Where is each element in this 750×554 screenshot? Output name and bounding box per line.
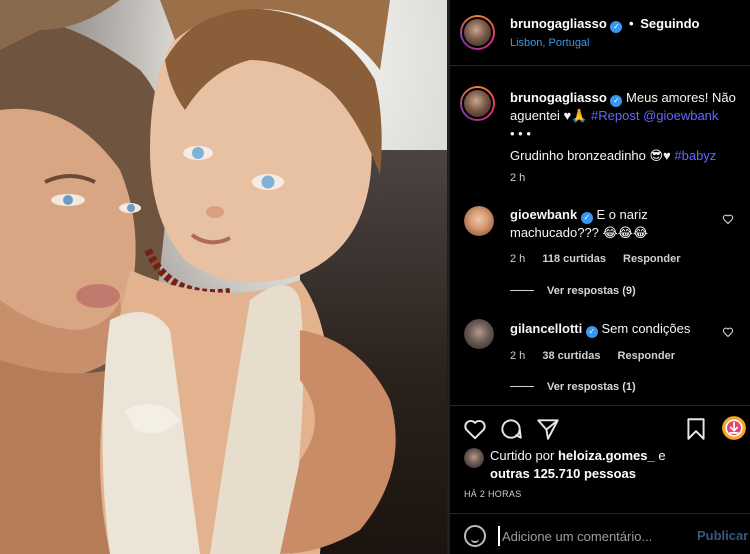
commenter-avatar[interactable]	[464, 206, 494, 236]
comment-body-line-1: Sem condições	[601, 321, 691, 336]
commenter-username[interactable]: gilancellotti	[510, 321, 582, 336]
replies-line	[510, 386, 534, 387]
author-avatar[interactable]	[460, 15, 495, 50]
verified-badge-icon: ✓	[585, 326, 598, 338]
author-line: brunogagliasso ✓ • Seguindo	[510, 16, 699, 33]
post-side-panel: brunogagliasso ✓ • Seguindo Lisbon, Port…	[450, 0, 750, 554]
view-replies-button[interactable]: Ver respostas (1)	[510, 381, 636, 393]
heart-icon[interactable]	[462, 416, 488, 442]
likes-joiner: e	[658, 448, 666, 463]
likes-others-link[interactable]: outras 125.710 pessoas	[490, 466, 636, 481]
comment-input[interactable]	[498, 526, 678, 546]
post-location[interactable]: Lisbon, Portugal	[510, 37, 590, 49]
verified-badge-icon: ✓	[610, 95, 623, 107]
comment-likes[interactable]: 38 curtidas	[542, 350, 600, 362]
photo-illustration	[0, 0, 396, 554]
author-username[interactable]: brunogagliasso	[510, 16, 607, 31]
comment-body-line-2: machucado??? 😂😂😂	[510, 225, 649, 240]
likes-prefix: Curtido por	[490, 448, 555, 463]
separator-dot: •	[629, 16, 634, 31]
comment-time[interactable]: 2 h	[510, 350, 525, 362]
liker-username[interactable]: heloiza.gomes_	[558, 448, 655, 463]
comment-text: gioewbank ✓ E o nariz machucado??? 😂😂😂	[510, 206, 715, 242]
comment-body-line-1: E o nariz	[596, 207, 648, 222]
view-replies-label: Ver respostas (9)	[547, 285, 636, 297]
comment-meta: 2 h 118 curtidas Responder	[510, 253, 694, 265]
publish-button[interactable]: Publicar	[697, 528, 748, 543]
post-photo[interactable]	[0, 0, 447, 554]
post-timestamp[interactable]: HÁ 2 HORAS	[464, 489, 522, 499]
caption-time[interactable]: 2 h	[510, 172, 525, 184]
likes-summary: Curtido por heloiza.gomes_ e outras 125.…	[450, 447, 750, 487]
comment-reply-button[interactable]: Responder	[623, 253, 680, 265]
emoji-icon[interactable]	[464, 525, 486, 547]
comment-like-heart-icon[interactable]	[722, 213, 734, 225]
caption-username[interactable]: brunogagliasso	[510, 90, 607, 105]
commenter-username[interactable]: gioewbank	[510, 207, 577, 222]
liker-avatar[interactable]	[464, 448, 484, 468]
comment-text: gilancellotti ✓ Sem condições	[510, 320, 715, 338]
caption-line-3: • • •	[510, 126, 531, 141]
comment-reply-button[interactable]: Responder	[618, 350, 675, 362]
caption-line-4: Grudinho bronzeadinho 😎♥	[510, 148, 671, 163]
bookmark-icon[interactable]	[683, 416, 709, 442]
comment-time[interactable]: 2 h	[510, 253, 525, 265]
comment-meta: 2 h 38 curtidas Responder	[510, 350, 689, 362]
download-icon[interactable]	[721, 415, 747, 441]
comment-composer: Publicar	[450, 513, 750, 554]
comment-like-heart-icon[interactable]	[722, 326, 734, 338]
commenter-avatar[interactable]	[464, 319, 494, 349]
caption-text: brunogagliasso ✓ Meus amores! Não aguent…	[510, 89, 740, 165]
likes-text: Curtido por heloiza.gomes_ e outras 125.…	[490, 447, 740, 483]
replies-line	[510, 290, 534, 291]
post-header: brunogagliasso ✓ • Seguindo Lisbon, Port…	[450, 0, 750, 66]
view-replies-label: Ver respostas (1)	[547, 381, 636, 393]
paper-plane-icon[interactable]	[535, 416, 561, 442]
follow-status-button[interactable]: Seguindo	[640, 16, 699, 31]
comment-icon[interactable]	[498, 416, 524, 442]
action-bar	[450, 405, 750, 445]
caption-repost-link[interactable]: #Repost @gioewbank	[591, 108, 718, 123]
caption-line-2: aguentei ♥🙏	[510, 108, 588, 123]
caption-line-1: Meus amores! Não	[626, 90, 736, 105]
comment-likes[interactable]: 118 curtidas	[542, 253, 606, 265]
verified-badge-icon: ✓	[610, 21, 623, 33]
caption-hashtag[interactable]: #babyz	[674, 148, 716, 163]
view-replies-button[interactable]: Ver respostas (9)	[510, 285, 636, 297]
verified-badge-icon: ✓	[580, 212, 593, 224]
caption-author-avatar[interactable]	[460, 86, 495, 121]
